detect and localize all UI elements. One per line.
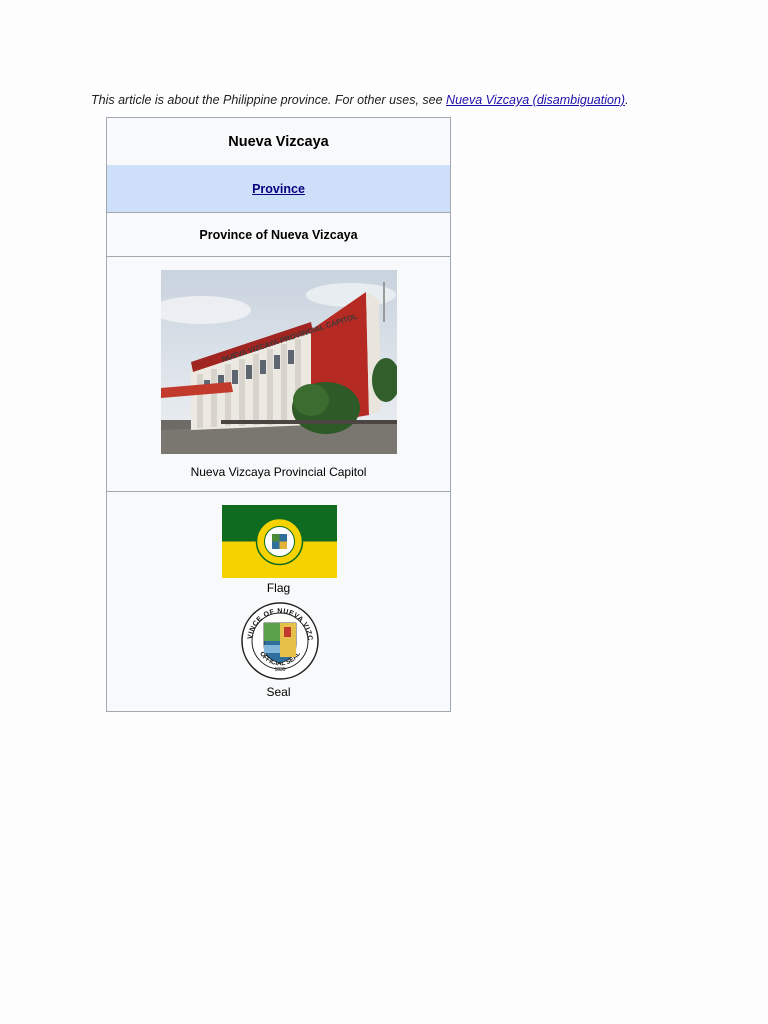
capitol-photo[interactable]: NUEVA VIZCAYA PROVINCIAL CAPITOL — [161, 270, 397, 454]
province-link[interactable]: Province — [252, 182, 305, 196]
hatnote-suffix: . — [625, 93, 629, 107]
official-name: Province of Nueva Vizcaya — [107, 213, 450, 257]
flag-image[interactable] — [222, 505, 337, 578]
infobox-title: Nueva Vizcaya — [228, 133, 329, 150]
page: This article is about the Philippine pro… — [0, 0, 768, 1024]
seal-year: 1839 — [274, 667, 285, 673]
flag-caption: Flag — [266, 581, 291, 595]
hatnote-prefix: This article is about the Philippine pro… — [91, 93, 447, 107]
infobox: Nueva Vizcaya Province Province of Nueva… — [106, 117, 451, 712]
symbols-section: Flag PROVINCE OF NUEVA VIZCAYA OFFICIAL … — [107, 492, 450, 711]
hatnote: This article is about the Philippine pro… — [91, 93, 629, 107]
disambiguation-link[interactable]: Nueva Vizcaya (disambiguation) — [446, 93, 625, 107]
photo-section: NUEVA VIZCAYA PROVINCIAL CAPITOL Nueva V… — [107, 257, 450, 492]
infobox-type-band: Province — [107, 165, 450, 213]
seal-image[interactable]: PROVINCE OF NUEVA VIZCAYA OFFICIAL SEAL … — [237, 596, 320, 681]
seal-caption: Seal — [266, 685, 291, 699]
photo-caption: Nueva Vizcaya Provincial Capitol — [190, 465, 367, 479]
